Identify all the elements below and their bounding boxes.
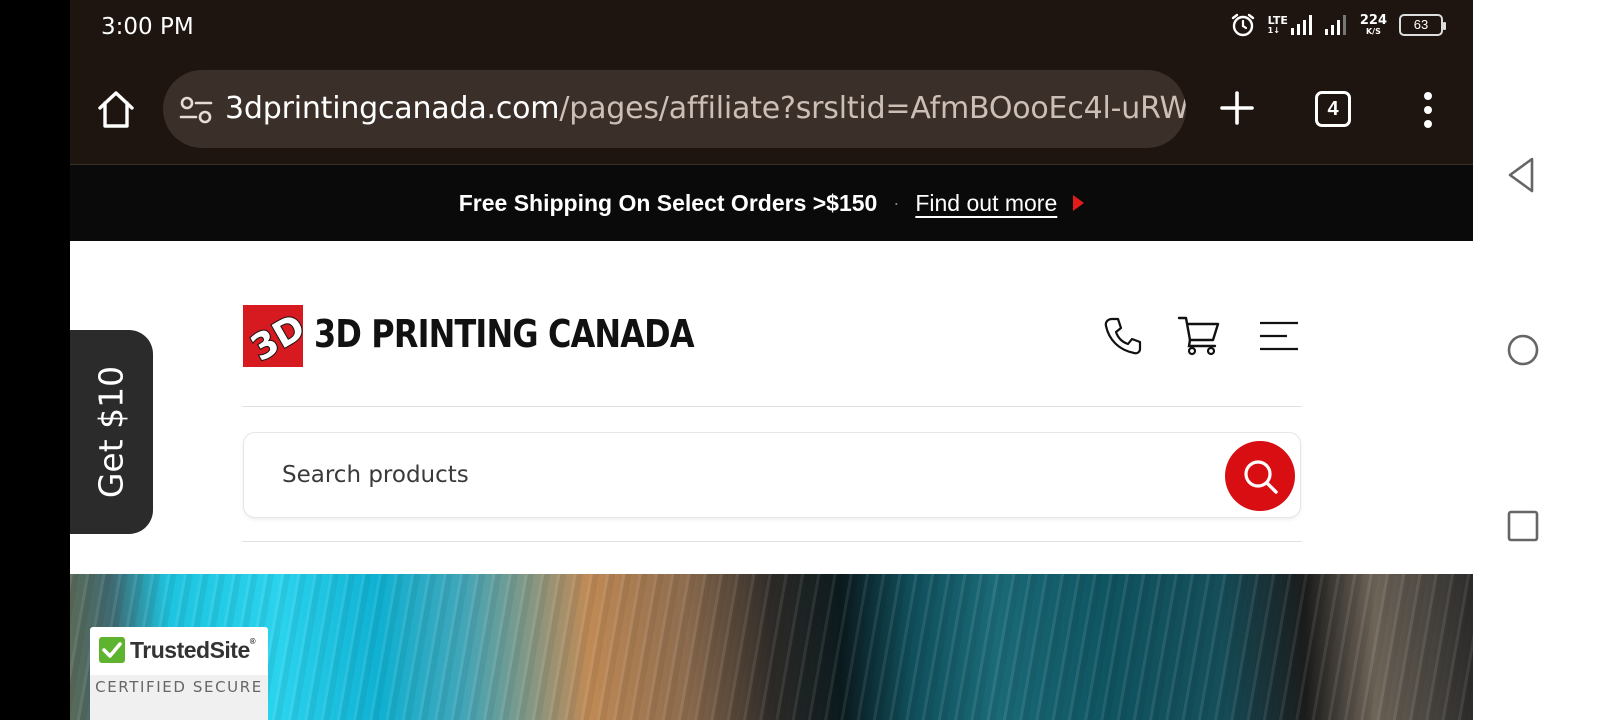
hero-banner xyxy=(70,574,1473,720)
trusted-site-badge[interactable]: TrustedSite® CERTIFIED SECURE xyxy=(90,627,268,720)
network-sub: 1↓ xyxy=(1267,26,1280,35)
arrow-right-icon xyxy=(1073,195,1085,211)
trusted-site-name: TrustedSite® xyxy=(130,637,256,664)
home-nav-icon[interactable] xyxy=(1506,333,1540,367)
hero-streaks xyxy=(70,574,1473,720)
url-domain: 3dprintingcanada.com xyxy=(225,91,560,126)
tune-icon[interactable] xyxy=(179,95,213,125)
header-divider xyxy=(242,406,1302,407)
promo-text: Free Shipping On Select Orders >$150 xyxy=(458,189,878,216)
signal-icon xyxy=(1324,15,1346,35)
recents-nav-icon[interactable] xyxy=(1507,510,1539,542)
alarm-icon xyxy=(1231,13,1254,37)
plus-icon[interactable] xyxy=(1220,90,1254,126)
svg-text:3D: 3D xyxy=(244,307,303,367)
url-text[interactable]: 3dprintingcanada.com/pages/affiliate?srs… xyxy=(225,91,1186,126)
url-path: /pages/affiliate?srsltid=AfmBOooEc4l-uRW… xyxy=(559,91,1186,126)
tab-switcher-icon[interactable]: 4 xyxy=(1315,91,1351,127)
logo-text[interactable]: 3D PRINTING CANADA xyxy=(314,312,695,356)
search-icon xyxy=(1244,460,1278,494)
trusted-name-text: TrustedSite xyxy=(130,637,250,663)
logo-3d-icon: 3D xyxy=(243,306,303,367)
promo-bar: Free Shipping On Select Orders >$150 · F… xyxy=(70,164,1473,241)
signal-icon xyxy=(1290,15,1312,35)
browser-screen: 3:00 PM LTE 1↓ 224 K/S 63 3dprintingcana… xyxy=(70,0,1473,720)
find-out-more-link[interactable]: Find out more xyxy=(915,190,1057,217)
search-button[interactable] xyxy=(1225,441,1295,511)
logo-mark[interactable]: 3D xyxy=(243,305,303,367)
checkmark-icon xyxy=(99,637,125,663)
browser-chrome: 3:00 PM LTE 1↓ 224 K/S 63 3dprintingcana… xyxy=(70,0,1473,164)
android-nav-bar xyxy=(1473,0,1612,720)
speed-unit: K/S xyxy=(1365,27,1381,36)
cart-icon[interactable] xyxy=(1177,314,1221,356)
trusted-name-mark: ® xyxy=(249,637,256,646)
search-box xyxy=(243,432,1301,518)
get-10-label: Get $10 xyxy=(91,365,131,499)
battery-icon: 63 xyxy=(1399,14,1446,36)
speed-value: 224 xyxy=(1359,13,1387,28)
home-icon[interactable] xyxy=(96,88,136,130)
status-time: 3:00 PM xyxy=(101,14,194,40)
search-divider xyxy=(242,541,1302,542)
more-vert-icon[interactable] xyxy=(1413,90,1443,130)
trusted-subtitle: CERTIFIED SECURE xyxy=(90,675,268,720)
network-label: LTE xyxy=(1267,14,1288,27)
url-bar[interactable]: 3dprintingcanada.com/pages/affiliate?srs… xyxy=(163,70,1186,148)
promo-separator: · xyxy=(893,192,900,213)
back-nav-icon[interactable] xyxy=(1506,156,1536,194)
net-speed: 224 K/S xyxy=(1360,14,1387,36)
phone-icon[interactable] xyxy=(1103,316,1143,356)
search-input[interactable] xyxy=(282,433,1182,517)
status-icons: LTE 1↓ 224 K/S 63 xyxy=(1230,12,1446,38)
hamburger-menu-icon[interactable] xyxy=(1259,320,1299,352)
get-10-tab[interactable]: Get $10 xyxy=(70,330,153,534)
signal-lte: LTE 1↓ xyxy=(1268,14,1312,36)
